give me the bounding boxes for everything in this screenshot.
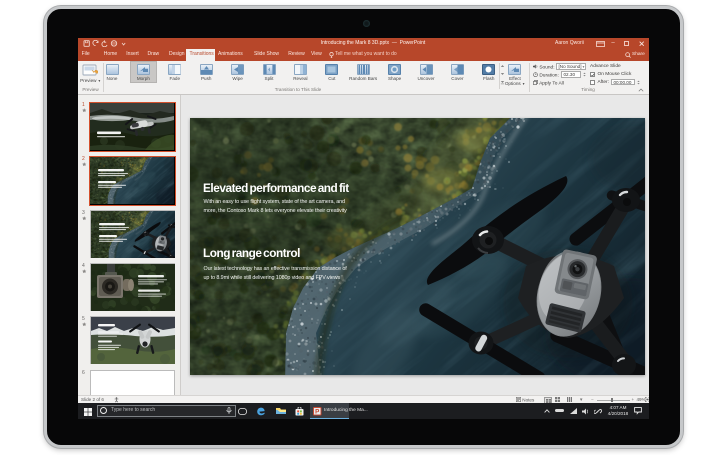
svg-text:P: P <box>315 409 319 416</box>
